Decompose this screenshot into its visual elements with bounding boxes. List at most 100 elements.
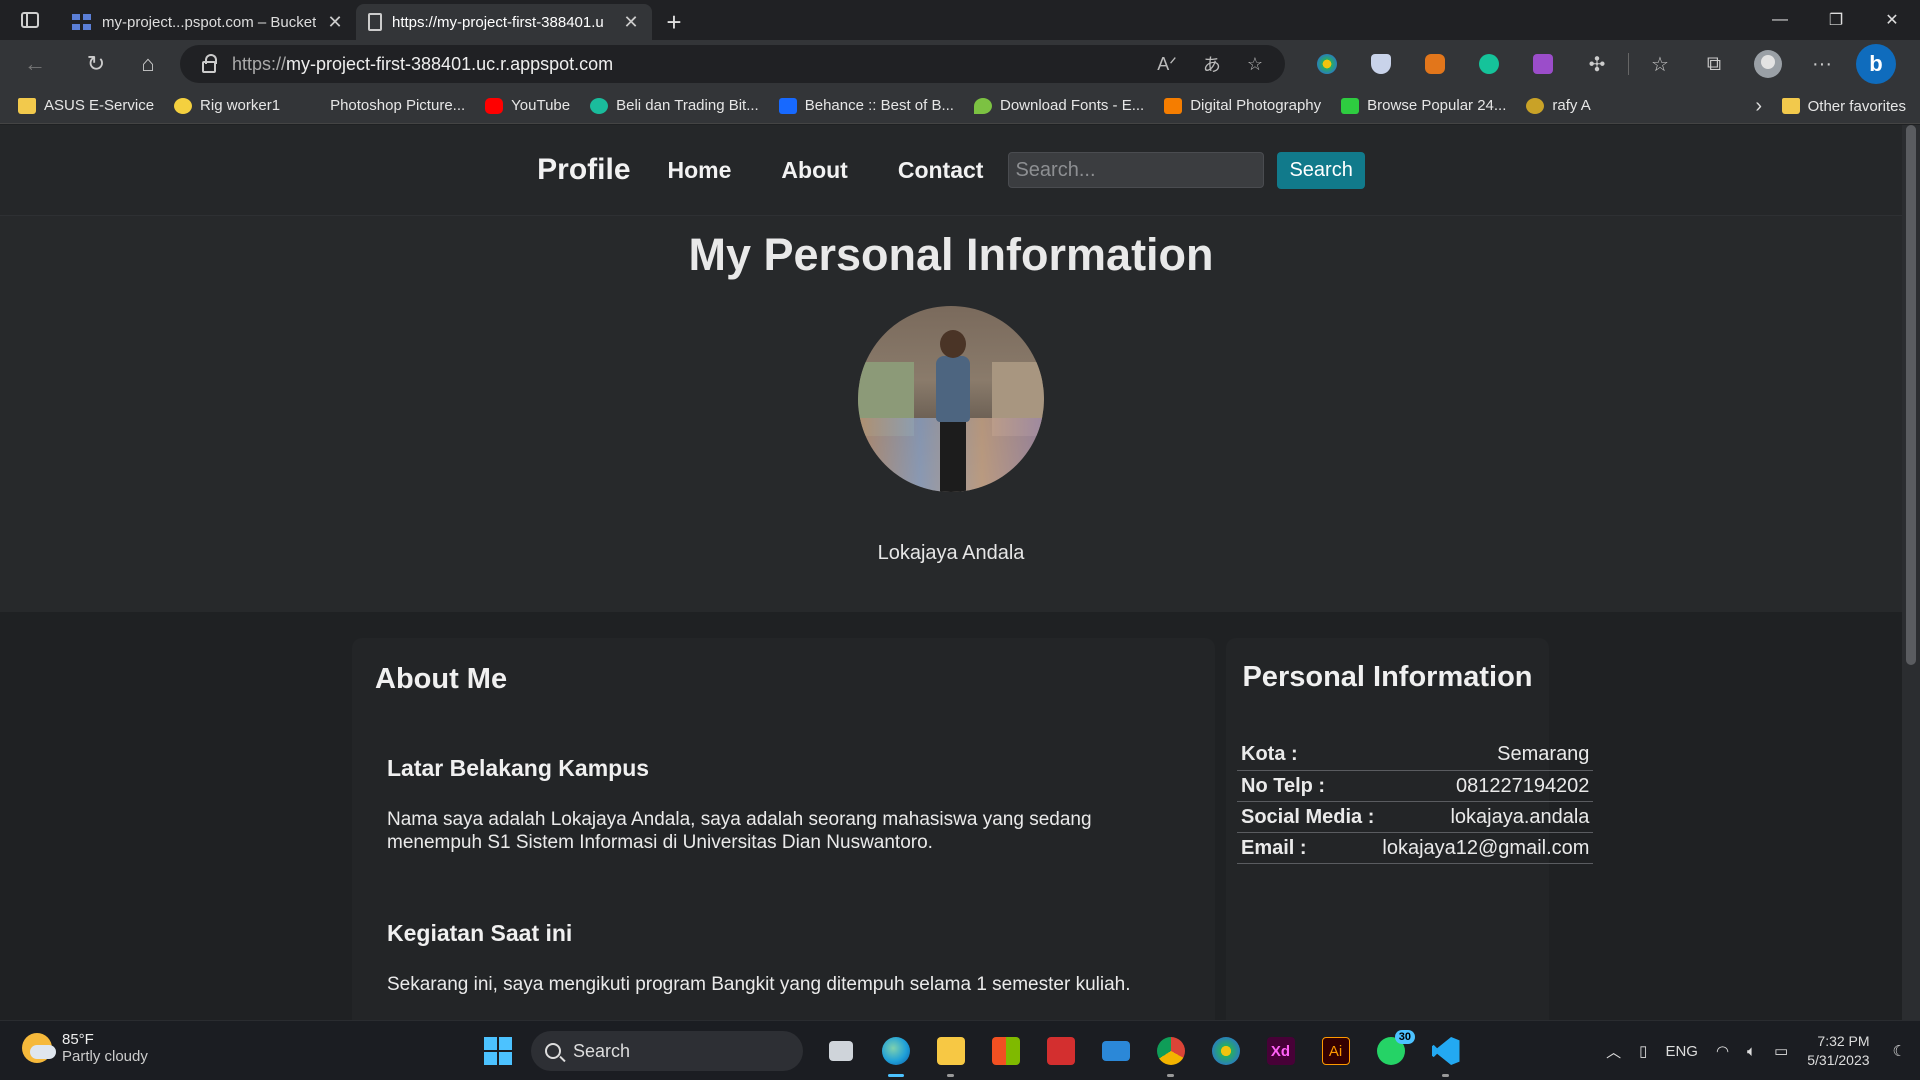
bookmark-rig[interactable]: Rig worker1 xyxy=(164,88,290,124)
omnibox-actions: Aᐟ あ ☆ xyxy=(1157,45,1263,83)
favorites-button[interactable]: ☆ xyxy=(1633,40,1687,88)
bookmark-label: Behance :: Best of B... xyxy=(804,97,954,114)
bookmark-asus[interactable]: ASUS E-Service xyxy=(0,88,164,124)
weather-widget[interactable]: 85°F Partly cloudy xyxy=(22,1031,148,1065)
section-text: Sekarang ini, saya mengikuti program Ban… xyxy=(387,974,1131,995)
edge-icon xyxy=(881,1037,910,1065)
system-tray: ︿ ▯ ENG ◠ 🔈︎ ▭ 7:32 PM 5/31/2023 ☾ xyxy=(1597,1021,1920,1080)
bookmark-youtube[interactable]: YouTube xyxy=(475,88,580,124)
tab-appspot[interactable]: https://my-project-first-388401.u ✕ xyxy=(356,4,652,40)
extension-button[interactable] xyxy=(1516,40,1570,88)
extensions-button[interactable]: ✣ xyxy=(1570,40,1624,88)
refresh-button[interactable]: ↻ xyxy=(70,40,122,88)
close-tab-icon[interactable]: ✕ xyxy=(622,12,640,33)
nav-about-link[interactable]: About xyxy=(781,157,847,184)
profile-photo xyxy=(858,306,1044,492)
adobe-xd-button[interactable]: Xd xyxy=(1253,1021,1308,1080)
battery-saver-icon[interactable]: ▯ xyxy=(1630,1042,1656,1060)
page-scrollbar[interactable] xyxy=(1902,125,1920,1020)
new-tab-button[interactable]: + xyxy=(652,4,696,40)
personal-info-heading: Personal Information xyxy=(1242,661,1533,693)
store-button[interactable] xyxy=(978,1021,1033,1080)
info-key: No Telp : xyxy=(1237,770,1379,802)
site-brand-link[interactable]: Profile xyxy=(537,153,630,187)
bookmark-photoshop[interactable]: Photoshop Picture... xyxy=(290,88,475,124)
task-view-button[interactable] xyxy=(813,1021,868,1080)
bookmark-behance[interactable]: Behance :: Best of B... xyxy=(769,88,964,124)
site-search-button[interactable]: Search xyxy=(1277,151,1365,189)
info-key: Email : xyxy=(1237,832,1379,864)
favorites-icon: ☆ xyxy=(1651,53,1669,76)
vscode-button[interactable] xyxy=(1418,1021,1473,1080)
site-search-input[interactable] xyxy=(1008,152,1265,188)
lock-icon[interactable] xyxy=(202,54,217,73)
browse-icon xyxy=(1341,97,1360,114)
personal-info-card: Personal Information Kota : Semarang No T… xyxy=(1226,638,1594,1020)
browser-extension-icon xyxy=(1317,54,1337,74)
tab-bucket[interactable]: my-project...pspot.com – Bucket ✕ xyxy=(60,4,356,40)
section-heading: Kegiatan Saat ini xyxy=(387,920,573,946)
about-me-heading: About Me xyxy=(375,663,508,695)
read-aloud-icon[interactable]: Aᐟ xyxy=(1157,54,1177,75)
extension-button[interactable] xyxy=(1300,40,1354,88)
taskbar-search[interactable]: Search xyxy=(531,1031,803,1071)
bookmark-fonts[interactable]: Download Fonts - E... xyxy=(964,88,1154,124)
start-button[interactable] xyxy=(470,1021,525,1080)
bookmark-label: Photoshop Picture... xyxy=(330,97,466,114)
wifi-icon[interactable]: ◠ xyxy=(1707,1042,1738,1060)
bookmark-rafy[interactable]: rafy A xyxy=(1516,88,1600,124)
back-button[interactable]: ← xyxy=(0,40,70,88)
folder-icon xyxy=(18,97,36,114)
url-host: my-project-first-388401.uc.r.appspot.com xyxy=(286,53,614,74)
bookmark-label: Download Fonts - E... xyxy=(999,97,1145,114)
whatsapp-button[interactable]: 30 xyxy=(1363,1021,1418,1080)
crypto-icon xyxy=(590,97,609,114)
chrome-button[interactable] xyxy=(1143,1021,1198,1080)
mail-button[interactable] xyxy=(1088,1021,1143,1080)
profile-button[interactable] xyxy=(1741,40,1795,88)
bookmark-label: rafy A xyxy=(1552,97,1591,114)
volume-icon[interactable]: 🔈︎ xyxy=(1738,1043,1765,1060)
address-bar[interactable]: https://my-project-first-388401.uc.r.app… xyxy=(180,45,1285,83)
bookmark-other-favorites[interactable]: Other favorites xyxy=(1772,88,1916,124)
tab-actions-button[interactable] xyxy=(0,0,60,40)
adobe-xd-icon: Xd xyxy=(1266,1037,1295,1065)
bookmark-crypto[interactable]: Beli dan Trading Bit... xyxy=(580,88,769,124)
browser-app-button[interactable] xyxy=(1198,1021,1253,1080)
windows-logo-icon xyxy=(483,1037,512,1065)
extension-button[interactable] xyxy=(1462,40,1516,88)
restore-button[interactable]: ❐ xyxy=(1808,0,1864,40)
add-favorite-icon[interactable]: ☆ xyxy=(1247,54,1263,75)
gift-app-button[interactable] xyxy=(1033,1021,1088,1080)
extension-button[interactable] xyxy=(1354,40,1408,88)
nav-home-link[interactable]: Home xyxy=(668,157,732,184)
url-text[interactable]: https://my-project-first-388401.uc.r.app… xyxy=(232,54,613,75)
illustrator-button[interactable]: Ai xyxy=(1308,1021,1363,1080)
settings-menu-button[interactable]: ··· xyxy=(1795,40,1849,88)
bing-chat-button[interactable]: b xyxy=(1849,40,1903,88)
youtube-icon xyxy=(485,97,504,114)
edge-taskbar-button[interactable] xyxy=(868,1021,923,1080)
page-viewport: Profile Home About Contact Search My Per… xyxy=(0,125,1920,1020)
translate-icon[interactable]: あ xyxy=(1203,51,1221,77)
tab-title: my-project...pspot.com – Bucket xyxy=(102,13,316,31)
home-button[interactable]: ⌂ xyxy=(122,40,174,88)
scrollbar-thumb[interactable] xyxy=(1906,125,1916,665)
close-window-button[interactable]: ✕ xyxy=(1864,0,1920,40)
language-indicator[interactable]: ENG xyxy=(1656,1043,1707,1060)
close-tab-icon[interactable]: ✕ xyxy=(326,12,344,33)
grammarly-icon xyxy=(1479,54,1499,74)
clock[interactable]: 7:32 PM 5/31/2023 xyxy=(1797,1032,1883,1070)
collections-button[interactable]: ⧉ xyxy=(1687,40,1741,88)
focus-moon-icon[interactable]: ☾ xyxy=(1884,1042,1920,1060)
more-bookmarks-chevron-icon[interactable]: › xyxy=(1755,88,1762,124)
file-explorer-button[interactable] xyxy=(923,1021,978,1080)
show-hidden-icons-chevron-icon[interactable]: ︿ xyxy=(1597,1041,1630,1062)
minimize-button[interactable]: — xyxy=(1752,0,1808,40)
extension-button[interactable] xyxy=(1408,40,1462,88)
nav-contact-link[interactable]: Contact xyxy=(898,157,984,184)
more-icon: ··· xyxy=(1812,52,1832,75)
bookmark-photography[interactable]: Digital Photography xyxy=(1154,88,1331,124)
bookmark-browse[interactable]: Browse Popular 24... xyxy=(1331,88,1516,124)
battery-icon[interactable]: ▭ xyxy=(1765,1042,1797,1060)
